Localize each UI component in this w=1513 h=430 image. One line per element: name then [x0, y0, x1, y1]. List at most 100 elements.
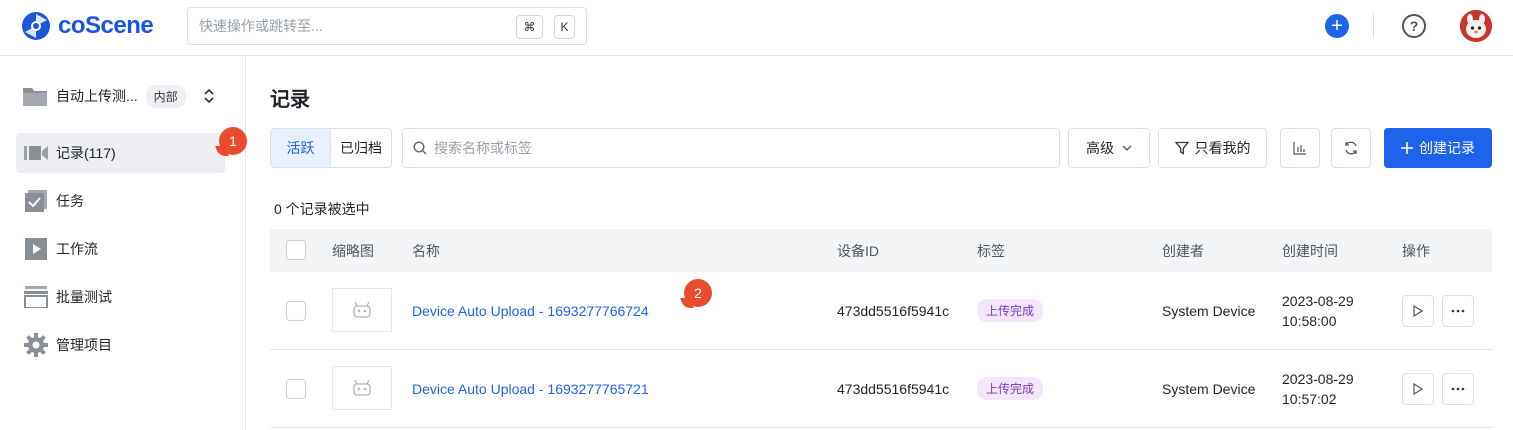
- quick-search-placeholder: 快速操作或跳转至...: [199, 18, 323, 34]
- sidebar-item-batch-tests[interactable]: 批量测试: [16, 277, 225, 317]
- sidebar: 自动上传测... 内部 记录(117) 1 任务 工作流 批量测试 管理项目: [0, 56, 247, 430]
- records-table: 缩略图 名称 设备ID 标签 创建者 创建时间 操作 Device Auto U…: [270, 229, 1492, 428]
- shortcut-cmd-key: ⌘: [516, 15, 543, 39]
- search-placeholder: 搜索名称或标签: [434, 140, 532, 156]
- row-checkbox[interactable]: [286, 301, 306, 321]
- row-checkbox[interactable]: [286, 379, 306, 399]
- top-bar: coScene 快速操作或跳转至... ⌘ K + ?: [0, 0, 1513, 56]
- play-icon: [1413, 305, 1423, 317]
- selected-count: 0 个记录被选中: [274, 201, 370, 217]
- robot-placeholder-icon: [353, 379, 371, 396]
- robot-placeholder-icon: [353, 301, 371, 318]
- shortcut-k-key: K: [554, 15, 575, 39]
- sidebar-item-label: 记录(117): [56, 145, 116, 161]
- app-logo[interactable]: coScene: [20, 10, 154, 42]
- camera-icon: [24, 141, 48, 165]
- record-name-link[interactable]: Device Auto Upload - 1693277766724: [412, 303, 649, 319]
- table-header: 缩略图 名称 设备ID 标签 创建者 创建时间 操作: [270, 229, 1492, 272]
- sidebar-item-label: 管理项目: [56, 337, 112, 353]
- project-selector[interactable]: 自动上传测... 内部: [22, 82, 222, 110]
- sidebar-item-workflows[interactable]: 工作流: [16, 229, 225, 269]
- user-avatar[interactable]: [1460, 10, 1492, 42]
- help-button[interactable]: ?: [1402, 14, 1426, 38]
- create-record-button[interactable]: 创建记录: [1384, 128, 1492, 168]
- advanced-filter-button[interactable]: 高级: [1068, 128, 1150, 168]
- batch-icon: [24, 285, 48, 309]
- sidebar-item-manage-project[interactable]: 管理项目: [16, 325, 225, 365]
- gear-icon: [24, 333, 48, 357]
- tab-active[interactable]: 活跃: [271, 129, 331, 167]
- sidebar-item-records[interactable]: 记录(117): [16, 133, 225, 173]
- chevron-up-down-icon: [204, 89, 214, 103]
- plus-icon: +: [1331, 15, 1343, 37]
- avatar-image: [1460, 10, 1492, 42]
- column-tags: 标签: [977, 242, 1005, 259]
- column-actions: 操作: [1402, 242, 1430, 259]
- tab-archived[interactable]: 已归档: [331, 129, 391, 167]
- play-icon: [24, 237, 48, 261]
- play-record-button[interactable]: [1402, 373, 1434, 405]
- bar-chart-icon: [1293, 142, 1306, 155]
- search-icon: [413, 141, 427, 155]
- more-icon: [1451, 387, 1465, 391]
- created-time: 10:57:02: [1282, 390, 1337, 407]
- column-creator: 创建者: [1162, 242, 1204, 259]
- column-name: 名称: [412, 242, 440, 259]
- coscene-logo-icon: [22, 12, 50, 40]
- column-device-id: 设备ID: [837, 242, 879, 259]
- page-title: 记录: [270, 89, 310, 111]
- badge-number: 1: [229, 133, 237, 149]
- badge-number: 2: [694, 285, 702, 301]
- record-thumbnail[interactable]: [332, 366, 392, 410]
- created-at: 2023-08-29 10:57:02: [1282, 369, 1354, 409]
- record-search-input[interactable]: 搜索名称或标签: [402, 128, 1060, 168]
- project-name: 自动上传测...: [56, 88, 138, 104]
- play-record-button[interactable]: [1402, 295, 1434, 327]
- table-row[interactable]: Device Auto Upload - 1693277766724 473dd…: [270, 272, 1492, 350]
- more-actions-button[interactable]: [1442, 295, 1474, 327]
- creator: System Device: [1162, 380, 1256, 397]
- select-all-checkbox[interactable]: [286, 240, 306, 260]
- plus-icon: [1401, 142, 1413, 154]
- divider: [1373, 14, 1374, 38]
- only-mine-button[interactable]: 只看我的: [1158, 128, 1267, 168]
- record-thumbnail[interactable]: [332, 288, 392, 332]
- project-visibility-badge: 内部: [145, 84, 186, 108]
- sidebar-item-tasks[interactable]: 任务: [16, 181, 225, 221]
- table-row[interactable]: Device Auto Upload - 1693277765721 473dd…: [270, 350, 1492, 428]
- column-created-at: 创建时间: [1282, 242, 1338, 259]
- creator: System Device: [1162, 302, 1256, 319]
- sidebar-item-label: 批量测试: [56, 289, 112, 305]
- folder-icon: [23, 88, 47, 106]
- more-actions-button[interactable]: [1442, 373, 1474, 405]
- advanced-label: 高级: [1086, 140, 1114, 156]
- sidebar-item-label: 工作流: [56, 241, 98, 257]
- created-time: 10:58:00: [1282, 312, 1337, 329]
- column-thumbnail: 缩略图: [332, 242, 374, 259]
- more-icon: [1451, 309, 1465, 313]
- chevron-down-icon: [1122, 145, 1132, 151]
- device-id: 473dd5516f5941c: [837, 380, 950, 397]
- status-tag: 上传完成: [977, 377, 1044, 400]
- quick-search-input[interactable]: 快速操作或跳转至... ⌘ K: [187, 7, 587, 45]
- record-name-link[interactable]: Device Auto Upload - 1693277765721: [412, 381, 649, 397]
- created-date: 2023-08-29: [1282, 292, 1354, 309]
- app-name: coScene: [58, 12, 154, 39]
- stats-button[interactable]: [1280, 128, 1320, 168]
- create-record-label: 创建记录: [1419, 140, 1475, 156]
- refresh-button[interactable]: [1331, 128, 1371, 168]
- sidebar-item-label: 任务: [56, 193, 84, 209]
- device-id: 473dd5516f5941c: [837, 302, 950, 319]
- task-icon: [24, 189, 48, 213]
- refresh-icon: [1345, 141, 1357, 155]
- main-content: 记录 活跃 已归档 搜索名称或标签 高级 只看我的 创建记录 0 个记录被选中 …: [246, 56, 1513, 430]
- tutorial-step-badge: 1: [219, 127, 247, 155]
- created-date: 2023-08-29: [1282, 370, 1354, 387]
- status-tag: 上传完成: [977, 299, 1044, 322]
- created-at: 2023-08-29 10:58:00: [1282, 291, 1354, 331]
- play-icon: [1413, 383, 1423, 395]
- add-button[interactable]: +: [1325, 14, 1349, 38]
- tutorial-step-badge: 2: [684, 279, 712, 307]
- only-mine-label: 只看我的: [1194, 140, 1251, 156]
- record-status-tabs: 活跃 已归档: [270, 128, 392, 168]
